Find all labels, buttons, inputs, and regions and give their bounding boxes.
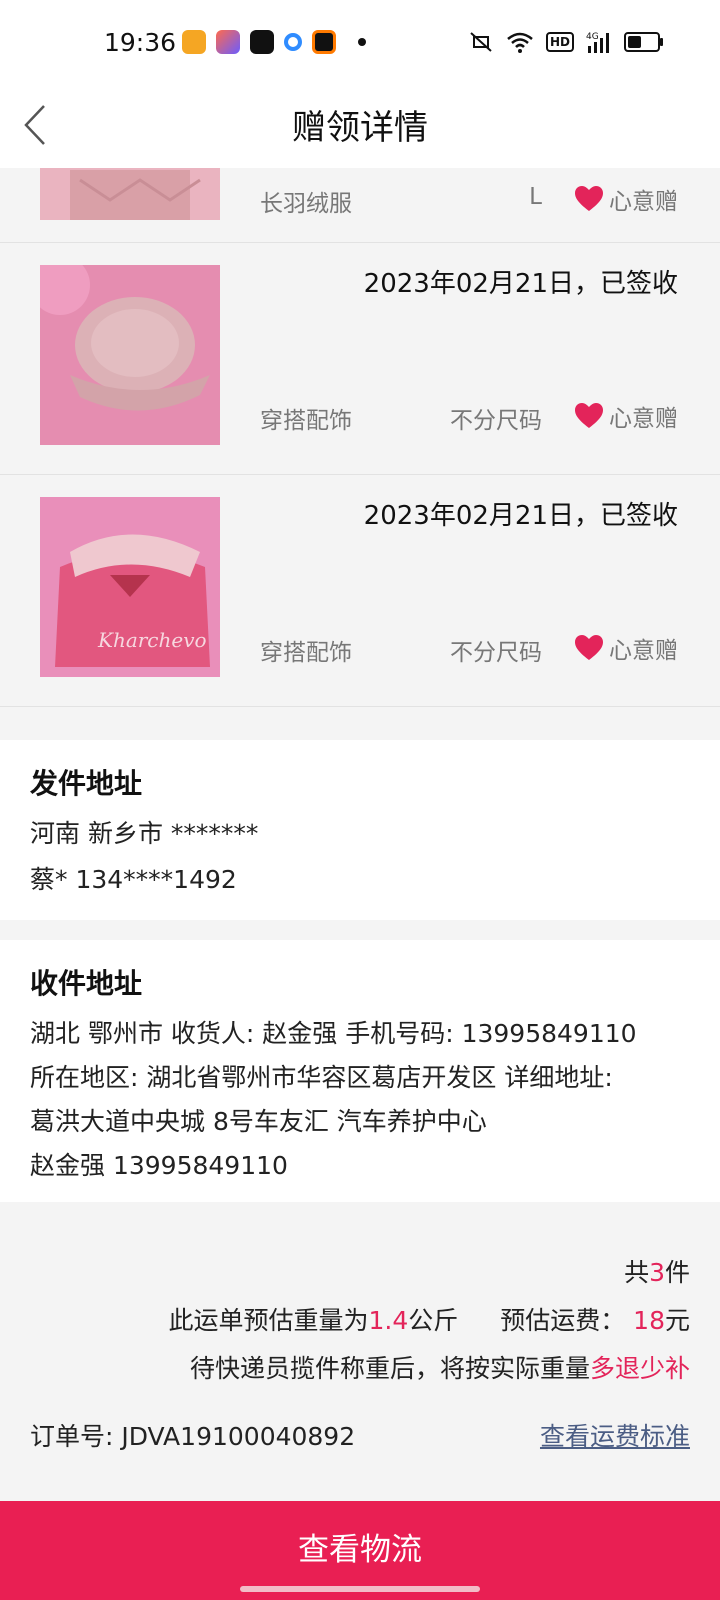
gift-tag-label: 心意赠 [609, 189, 678, 215]
weight-unit: 公斤 [408, 1306, 459, 1335]
home-indicator[interactable] [240, 1586, 480, 1592]
mute-icon [470, 32, 492, 52]
weight-note: 待快递员揽件称重后，将按实际重量多退少补 [190, 1349, 690, 1385]
receiver-address-card: 收件地址 湖北 鄂州市 收货人: 赵金强 手机号码: 13995849110 所… [0, 940, 720, 1202]
gift-tag: 心意赠 [575, 399, 678, 433]
item-size: L [529, 184, 542, 210]
item-list: 长羽绒服 L 心意赠 2023年02月21日，已签收 穿搭配饰 不分尺码 心意赠… [0, 168, 720, 707]
note-prefix: 待快递员揽件称重后，将按实际重量 [189, 1354, 590, 1383]
gift-tag-label: 心意赠 [609, 638, 678, 664]
app-orange-icon [312, 30, 336, 54]
system-icons: HD 4G [468, 30, 663, 54]
item-category: 穿搭配饰 [260, 640, 352, 666]
battery-icon [624, 32, 663, 52]
gift-tag: 心意赠 [575, 182, 678, 216]
app-58-icon [182, 30, 206, 54]
heart-icon [575, 635, 603, 660]
order-number: 订单号: JDVA19100040892 [30, 1422, 356, 1451]
gift-tag: 心意赠 [575, 631, 678, 665]
list-item[interactable]: Kharchevo 2023年02月21日，已签收 穿搭配饰 不分尺码 心意赠 [0, 475, 720, 707]
fee-unit: 元 [664, 1306, 690, 1335]
count-value: 3 [649, 1258, 665, 1287]
hd-icon: HD [545, 32, 574, 52]
heart-icon [575, 403, 603, 428]
svg-text:4G: 4G [586, 32, 599, 42]
status-time: 19:36 [104, 28, 177, 57]
count-suffix: 件 [664, 1258, 690, 1287]
item-category: 长羽绒服 [260, 191, 352, 217]
item-thumbnail[interactable] [40, 168, 220, 220]
item-size: 不分尺码 [450, 408, 542, 434]
page-title: 赠领详情 [292, 108, 428, 148]
signal-4g-icon: 4G [586, 32, 609, 53]
item-category: 穿搭配饰 [260, 408, 352, 434]
item-size: 不分尺码 [450, 640, 542, 666]
weight-prefix: 此运单预估重量为 [168, 1306, 369, 1335]
item-thumbnail[interactable]: Kharchevo [40, 497, 220, 677]
receiver-line: 湖北 鄂州市 收货人: 赵金强 手机号码: 13995849110 [30, 1019, 637, 1048]
list-item[interactable]: 2023年02月21日，已签收 穿搭配饰 不分尺码 心意赠 [0, 243, 720, 475]
receiver-line: 赵金强 13995849110 [30, 1151, 288, 1180]
sender-title: 发件地址 [30, 767, 143, 800]
receiver-title: 收件地址 [30, 967, 143, 1000]
receiver-line: 葛洪大道中央城 8号车友汇 汽车养护中心 [30, 1107, 487, 1136]
item-thumbnail[interactable] [30, 255, 220, 445]
app-shortcut-icon [216, 30, 240, 54]
fee-prefix: 预估运费： [500, 1306, 626, 1335]
shipping-summary: 共3件 此运单预估重量为1.4公斤 预估运费： 18元 待快递员揽件称重后，将按… [0, 1203, 720, 1501]
status-bar: 19:36 HD 4G [0, 0, 720, 90]
gift-tag-label: 心意赠 [609, 406, 678, 432]
sender-line: 河南 新乡市 ******* [30, 819, 259, 848]
weight-fee-line: 此运单预估重量为1.4公斤 预估运费： 18元 [169, 1301, 691, 1337]
list-item[interactable]: 长羽绒服 L 心意赠 [0, 168, 720, 243]
heart-icon [575, 186, 603, 211]
receiver-line: 所在地区: 湖北省鄂州市华容区葛店开发区 详细地址: [30, 1063, 613, 1092]
notification-icons [182, 30, 366, 54]
tiktok-icon [250, 30, 274, 54]
item-date: 2023年02月21日，已签收 [363, 269, 678, 299]
item-count: 共3件 [624, 1253, 690, 1289]
sender-address-card: 发件地址 河南 新乡市 ******* 蔡* 134****1492 [0, 740, 720, 920]
page-header: 赠领详情 [0, 90, 720, 168]
more-notifications-icon [358, 38, 366, 46]
fee-standard-link[interactable]: 查看运费标准 [540, 1417, 690, 1453]
sender-line: 蔡* 134****1492 [30, 865, 237, 894]
count-prefix: 共 [624, 1258, 650, 1287]
svg-text:Kharchevo: Kharchevo [97, 628, 207, 652]
app-blue-icon [284, 33, 302, 51]
weight-value: 1.4 [368, 1306, 409, 1335]
fee-value: 18 [633, 1306, 665, 1335]
note-highlight: 多退少补 [589, 1354, 690, 1383]
wifi-icon [507, 32, 533, 53]
item-date: 2023年02月21日，已签收 [363, 501, 678, 531]
